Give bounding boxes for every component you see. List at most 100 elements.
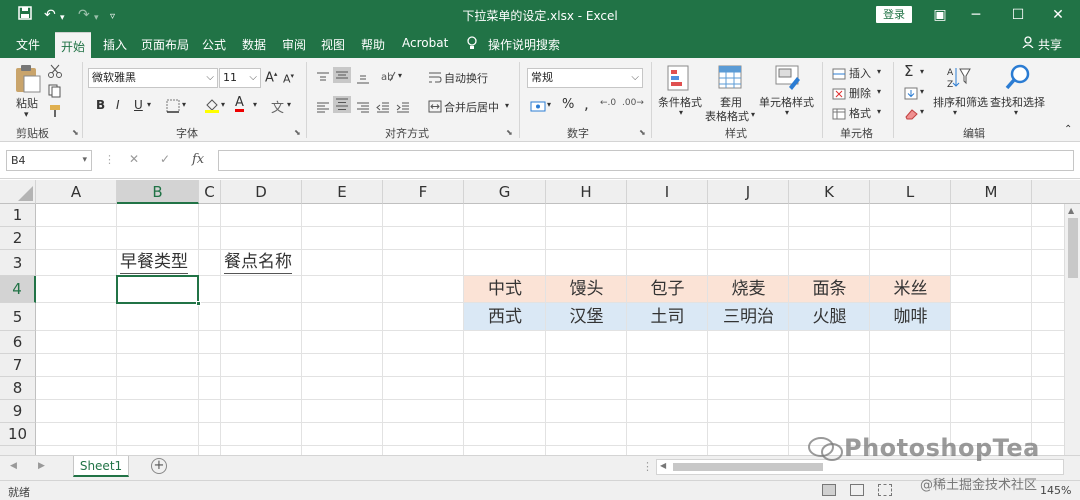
format-dropdown-icon[interactable]: ▾ xyxy=(877,107,881,116)
merge-dropdown-icon[interactable]: ▾ xyxy=(505,101,509,110)
add-sheet-icon[interactable]: + xyxy=(151,458,167,474)
name-box[interactable]: B4 ▾ xyxy=(6,150,92,171)
cell-i5[interactable]: 土司 xyxy=(627,304,708,330)
insert-cells-icon[interactable] xyxy=(832,65,846,84)
enter-entry-icon[interactable]: ✓ xyxy=(160,152,170,166)
format-as-table-label[interactable]: 表格格式 xyxy=(705,108,749,124)
column-header-h[interactable]: H xyxy=(546,180,627,204)
font-name-box[interactable]: 微软雅黑 ⌵ xyxy=(88,68,218,88)
comma-button[interactable]: , xyxy=(584,95,589,113)
italic-button[interactable]: I xyxy=(116,98,120,112)
column-header-a[interactable]: A xyxy=(36,180,117,204)
vertical-scrollbar[interactable]: ▲ xyxy=(1064,204,1080,455)
align-right-icon[interactable] xyxy=(356,99,370,118)
clear-dropdown-icon[interactable]: ▾ xyxy=(920,107,924,116)
cell-g5[interactable]: 西式 xyxy=(464,304,546,330)
cell-styles-dropdown-icon[interactable]: ▾ xyxy=(785,108,789,117)
login-button[interactable]: 登录 xyxy=(876,6,912,23)
font-size-box[interactable]: 11 ⌵ xyxy=(219,68,261,88)
column-header-k[interactable]: K xyxy=(789,180,870,204)
collapse-ribbon-icon[interactable]: ⌃ xyxy=(1064,124,1072,135)
cell-k5[interactable]: 火腿 xyxy=(789,304,870,330)
bold-button[interactable]: B xyxy=(96,98,105,112)
column-header-l[interactable]: L xyxy=(870,180,951,204)
close-icon[interactable]: ✕ xyxy=(1044,4,1072,26)
vertical-scroll-thumb[interactable] xyxy=(1068,218,1078,278)
delete-cells-button[interactable]: 删除 xyxy=(849,85,871,101)
prev-sheet-icon[interactable]: ◀ xyxy=(10,461,17,471)
insert-dropdown-icon[interactable]: ▾ xyxy=(877,67,881,76)
insert-function-icon[interactable]: fx xyxy=(192,152,204,167)
increase-decimal-icon[interactable]: ←.0 xyxy=(600,98,616,108)
insert-cells-button[interactable]: 插入 xyxy=(849,65,871,81)
selected-cell-b4[interactable] xyxy=(116,275,201,306)
wrap-text-button[interactable]: 自动换行 xyxy=(444,70,488,86)
select-all-corner[interactable] xyxy=(0,180,36,204)
cell-l4[interactable]: 米丝 xyxy=(870,276,951,302)
paste-dropdown-icon[interactable]: ▾ xyxy=(24,110,29,120)
phonetic-icon[interactable]: 文 xyxy=(271,97,284,116)
cut-icon[interactable] xyxy=(48,63,62,82)
copy-icon[interactable] xyxy=(48,83,64,102)
column-header-g[interactable]: G xyxy=(464,180,546,204)
orientation-icon[interactable]: ab xyxy=(380,68,396,87)
tab-view[interactable]: 视图 xyxy=(321,36,345,53)
merge-center-icon[interactable] xyxy=(428,98,442,117)
cell-j5[interactable]: 三明治 xyxy=(708,304,789,330)
share-button[interactable]: 共享 xyxy=(1038,36,1062,53)
align-center-icon[interactable] xyxy=(333,96,351,113)
conditional-formatting-icon[interactable] xyxy=(667,65,693,97)
next-sheet-icon[interactable]: ▶ xyxy=(38,461,45,471)
cell-j4[interactable]: 烧麦 xyxy=(708,276,789,302)
sheet-tab-sheet1[interactable]: Sheet1 xyxy=(73,456,129,477)
row-header-5[interactable]: 5 xyxy=(0,303,36,331)
borders-dropdown-icon[interactable]: ▾ xyxy=(182,100,186,109)
fill-handle[interactable] xyxy=(196,301,201,306)
tab-help[interactable]: 帮助 xyxy=(361,36,385,53)
row-header-4[interactable]: 4 xyxy=(0,276,36,303)
clear-icon[interactable] xyxy=(904,105,920,124)
fill-color-icon[interactable] xyxy=(204,97,220,117)
align-left-icon[interactable] xyxy=(316,99,330,118)
find-select-icon[interactable] xyxy=(1004,63,1032,95)
cell-h4[interactable]: 馒头 xyxy=(546,276,627,302)
column-header-e[interactable]: E xyxy=(302,180,383,204)
column-header-m[interactable]: M xyxy=(951,180,1032,204)
delete-cells-icon[interactable] xyxy=(832,85,846,104)
wrap-text-icon[interactable] xyxy=(428,69,442,88)
scroll-up-icon[interactable]: ▲ xyxy=(1068,206,1074,215)
align-top-icon[interactable] xyxy=(316,69,330,88)
row-header-2[interactable]: 2 xyxy=(0,227,36,250)
maximize-icon[interactable]: ☐ xyxy=(1004,4,1032,26)
align-bottom-icon[interactable] xyxy=(356,69,370,88)
sort-filter-icon[interactable]: AZ xyxy=(946,65,972,95)
delete-dropdown-icon[interactable]: ▾ xyxy=(877,87,881,96)
orientation-dropdown-icon[interactable]: ▾ xyxy=(398,71,402,80)
row-header-10[interactable]: 10 xyxy=(0,423,36,446)
column-header-c[interactable]: C xyxy=(199,180,221,204)
column-header-b[interactable]: B xyxy=(117,180,199,204)
cell-l5[interactable]: 咖啡 xyxy=(870,304,951,330)
tab-data[interactable]: 数据 xyxy=(242,36,266,53)
increase-font-icon[interactable]: A▴ xyxy=(265,70,277,85)
tab-split-icon[interactable]: ⋮ xyxy=(642,460,653,473)
tab-acrobat[interactable]: Acrobat xyxy=(402,36,448,50)
conditional-formatting-dropdown-icon[interactable]: ▾ xyxy=(679,108,683,117)
cell-g4[interactable]: 中式 xyxy=(464,276,546,302)
horizontal-scroll-thumb[interactable] xyxy=(673,463,823,471)
tab-home[interactable]: 开始 xyxy=(55,32,92,58)
percent-button[interactable]: % xyxy=(562,97,574,112)
underline-dropdown-icon[interactable]: ▾ xyxy=(147,100,151,109)
column-header-i[interactable]: I xyxy=(627,180,708,204)
tab-file[interactable]: 文件 xyxy=(16,36,40,53)
paste-icon[interactable] xyxy=(14,64,42,98)
worksheet-grid[interactable]: A B C D E F G H I J K L M 1 2 3 4 5 6 7 … xyxy=(0,180,1080,455)
tab-page-layout[interactable]: 页面布局 xyxy=(141,36,189,53)
row-header-6[interactable]: 6 xyxy=(0,331,36,354)
phonetic-dropdown-icon[interactable]: ▾ xyxy=(287,100,291,109)
format-painter-icon[interactable] xyxy=(48,103,62,122)
minimize-icon[interactable]: ─ xyxy=(962,4,990,26)
accounting-dropdown-icon[interactable]: ▾ xyxy=(547,100,551,109)
fill-icon[interactable] xyxy=(904,85,918,104)
underline-button[interactable]: U xyxy=(134,98,143,112)
